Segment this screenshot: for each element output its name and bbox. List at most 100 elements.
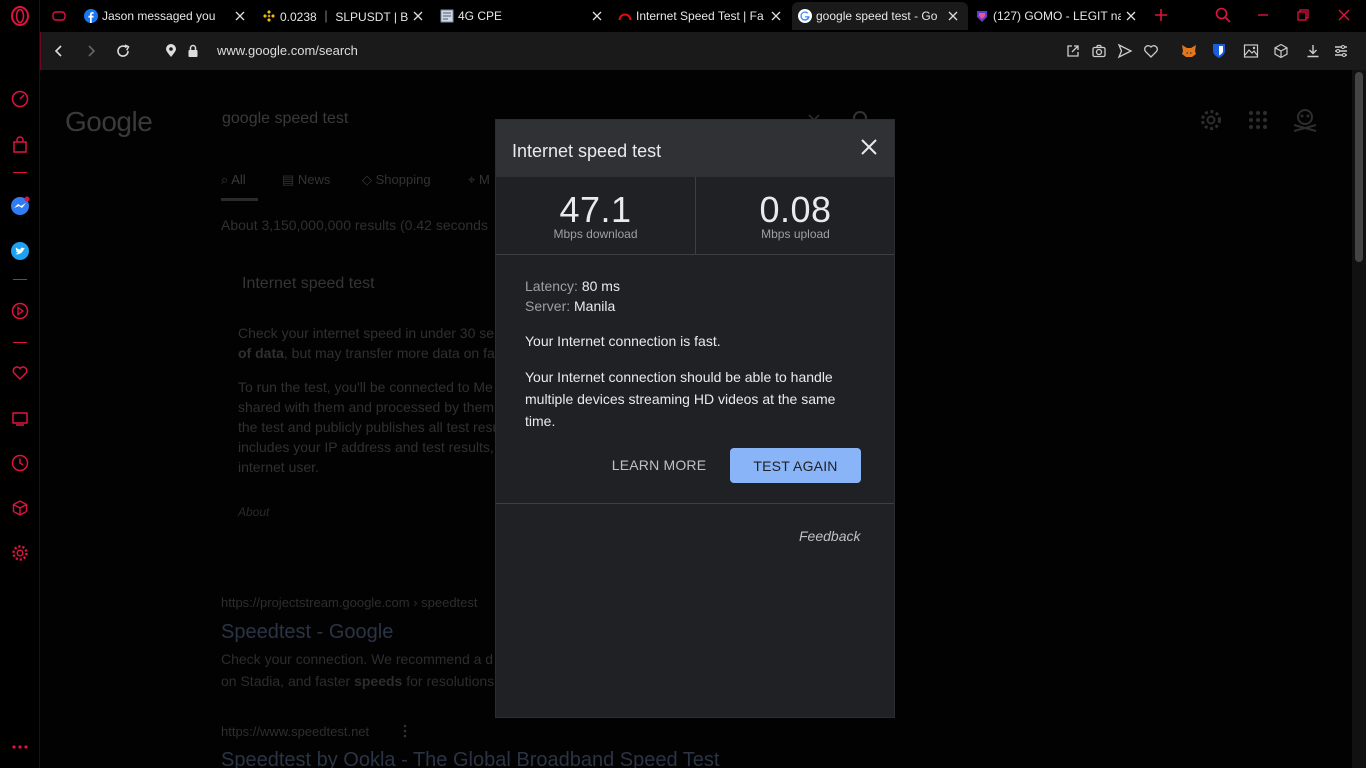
download-stat: 47.1 Mbps download [496, 177, 695, 255]
downloads-icon[interactable] [1304, 42, 1322, 60]
result-stats: About 3,150,000,000 results (0.42 second… [221, 217, 488, 233]
bookmarks-heart-icon[interactable] [9, 362, 31, 384]
close-tab-icon[interactable] [1125, 9, 1137, 21]
tab-youtube-gomo[interactable]: (127) GOMO - LEGIT na [975, 2, 1121, 30]
server-value: Manila [574, 298, 616, 314]
history-clock-icon[interactable] [9, 452, 31, 474]
tab-google-active[interactable]: google speed test - Go [792, 2, 968, 30]
shopping-bag-icon[interactable] [9, 134, 31, 156]
card-p2-line: internet user. [238, 459, 319, 475]
router-page-icon [440, 9, 454, 23]
settings-gear-icon[interactable] [1199, 108, 1223, 132]
tab-gx[interactable] [52, 2, 82, 30]
address-url[interactable]: www.google.com/search [217, 43, 358, 58]
account-avatar-icon[interactable] [1291, 105, 1319, 133]
forward-arrow-icon[interactable] [82, 42, 100, 60]
tab-speed-test[interactable]: Internet Speed Test | Fa [618, 2, 764, 30]
result-2-title[interactable]: Speedtest by Ookla - The Global Broadban… [221, 749, 719, 768]
tab-news-label: News [297, 172, 331, 187]
tab-title: 4G CPE [458, 9, 503, 23]
address-toolbar: www.google.com/search [40, 32, 1366, 70]
scrollbar-thumb[interactable] [1355, 72, 1363, 262]
upload-stat: 0.08 Mbps upload [696, 177, 895, 255]
tab-maps-label: M [478, 172, 490, 187]
result-1-url[interactable]: https://projectstream.google.com › speed… [221, 595, 478, 610]
gamepad-icon [52, 9, 66, 23]
minimize-icon[interactable] [1254, 6, 1272, 24]
tabs-icon[interactable] [9, 407, 31, 429]
new-tab-plus-icon[interactable] [1152, 6, 1170, 24]
metamask-fox-icon[interactable] [1180, 42, 1198, 60]
twitter-icon[interactable] [9, 240, 31, 262]
snippet-text: for resolutions [402, 673, 495, 689]
tab-all[interactable]: ⌕ All [221, 172, 246, 188]
close-window-icon[interactable] [1335, 6, 1353, 24]
close-tab-icon[interactable] [412, 9, 424, 21]
extensions-cube-icon[interactable] [1272, 42, 1290, 60]
feedback-link[interactable]: Feedback [799, 528, 860, 544]
card-p2-line: the test and publicly publishes all test… [238, 419, 501, 435]
tab-title: (127) GOMO - LEGIT na [993, 9, 1121, 23]
messenger-icon[interactable] [9, 195, 31, 217]
bitwarden-shield-icon[interactable] [1210, 42, 1228, 60]
tab-title: Jason messaged you [102, 9, 216, 23]
restore-icon[interactable] [1294, 6, 1312, 24]
back-arrow-icon[interactable] [50, 42, 68, 60]
speed-test-dialog: Internet speed test 47.1 Mbps download 0… [495, 119, 895, 718]
result-1-snippet: Check your connection. We recommend a d … [221, 648, 494, 692]
tab-4g-cpe[interactable]: 4G CPE [440, 2, 590, 30]
easy-setup-menu-icon[interactable] [1332, 42, 1350, 60]
more-options-icon[interactable] [402, 723, 408, 739]
sidebar-separator [13, 342, 27, 343]
card-p1-rest: , but may transfer more data on fa [283, 345, 495, 361]
close-tab-icon[interactable] [234, 9, 246, 21]
tab-binance[interactable]: 0.0238 ｜ SLPUSDT | Br [262, 2, 408, 30]
send-flow-icon[interactable] [1116, 42, 1134, 60]
tab-title: Internet Speed Test | Fa [636, 9, 764, 23]
tab-all-label: All [231, 172, 246, 187]
tab-news[interactable]: ▤ News [282, 172, 330, 188]
search-query-input[interactable]: google speed test [222, 110, 348, 128]
extensions-cube-icon[interactable] [9, 497, 31, 519]
reload-icon[interactable] [114, 42, 132, 60]
latency-value: 80 ms [581, 278, 620, 294]
tab-facebook[interactable]: Jason messaged you [84, 2, 254, 30]
test-again-button[interactable]: TEST AGAIN [730, 448, 861, 483]
sidebar-separator [13, 172, 27, 173]
tab-shopping[interactable]: ◇ Shopping [362, 172, 431, 188]
tab-strip: Jason messaged you 0.0238 ｜ SLPUSDT | Br… [40, 0, 1366, 32]
card-paragraph-1: Check your internet speed in under 30 se… [238, 323, 508, 363]
card-p1-line1: Check your internet speed in under 30 se [238, 325, 495, 341]
small-search-icon: ⌕ [221, 172, 232, 187]
settings-gear-icon[interactable] [9, 542, 31, 564]
image-extension-icon[interactable] [1242, 42, 1260, 60]
result-2-url[interactable]: https://www.speedtest.net [221, 724, 369, 739]
player-icon[interactable] [9, 300, 31, 322]
opera-menu-icon[interactable] [9, 5, 31, 27]
apps-grid-icon[interactable] [1246, 108, 1270, 132]
card-p2-line: includes your IP address and test result… [238, 439, 494, 455]
close-icon[interactable] [860, 138, 878, 156]
share-icon[interactable] [1064, 42, 1082, 60]
lock-icon[interactable] [184, 42, 202, 60]
learn-more-button[interactable]: LEARN MORE [610, 457, 708, 479]
connection-fast-message: Your Internet connection is fast. [525, 333, 721, 349]
more-dots-icon[interactable] [9, 736, 31, 758]
speed-dial-icon[interactable] [9, 88, 31, 110]
bookmark-heart-icon[interactable] [1142, 42, 1160, 60]
card-paragraph-2: To run the test, you'll be connected to … [238, 377, 508, 477]
close-tab-icon[interactable] [591, 9, 603, 21]
latency-row: Latency: 80 ms [525, 278, 620, 294]
tab-maps[interactable]: ⌖ M [468, 172, 490, 188]
location-pin-icon[interactable] [162, 42, 180, 60]
close-tab-icon[interactable] [947, 9, 959, 21]
search-tabs-icon[interactable] [1214, 6, 1232, 24]
page-scrollbar[interactable] [1352, 70, 1366, 768]
google-logo[interactable]: Google [65, 106, 153, 138]
speed-test-card-title: Internet speed test [242, 275, 375, 292]
download-speed-label: Mbps download [553, 227, 638, 241]
camera-snapshot-icon[interactable] [1090, 42, 1108, 60]
close-tab-icon[interactable] [770, 9, 782, 21]
result-1-title[interactable]: Speedtest - Google [221, 621, 393, 644]
card-about-link[interactable]: About [238, 505, 269, 519]
